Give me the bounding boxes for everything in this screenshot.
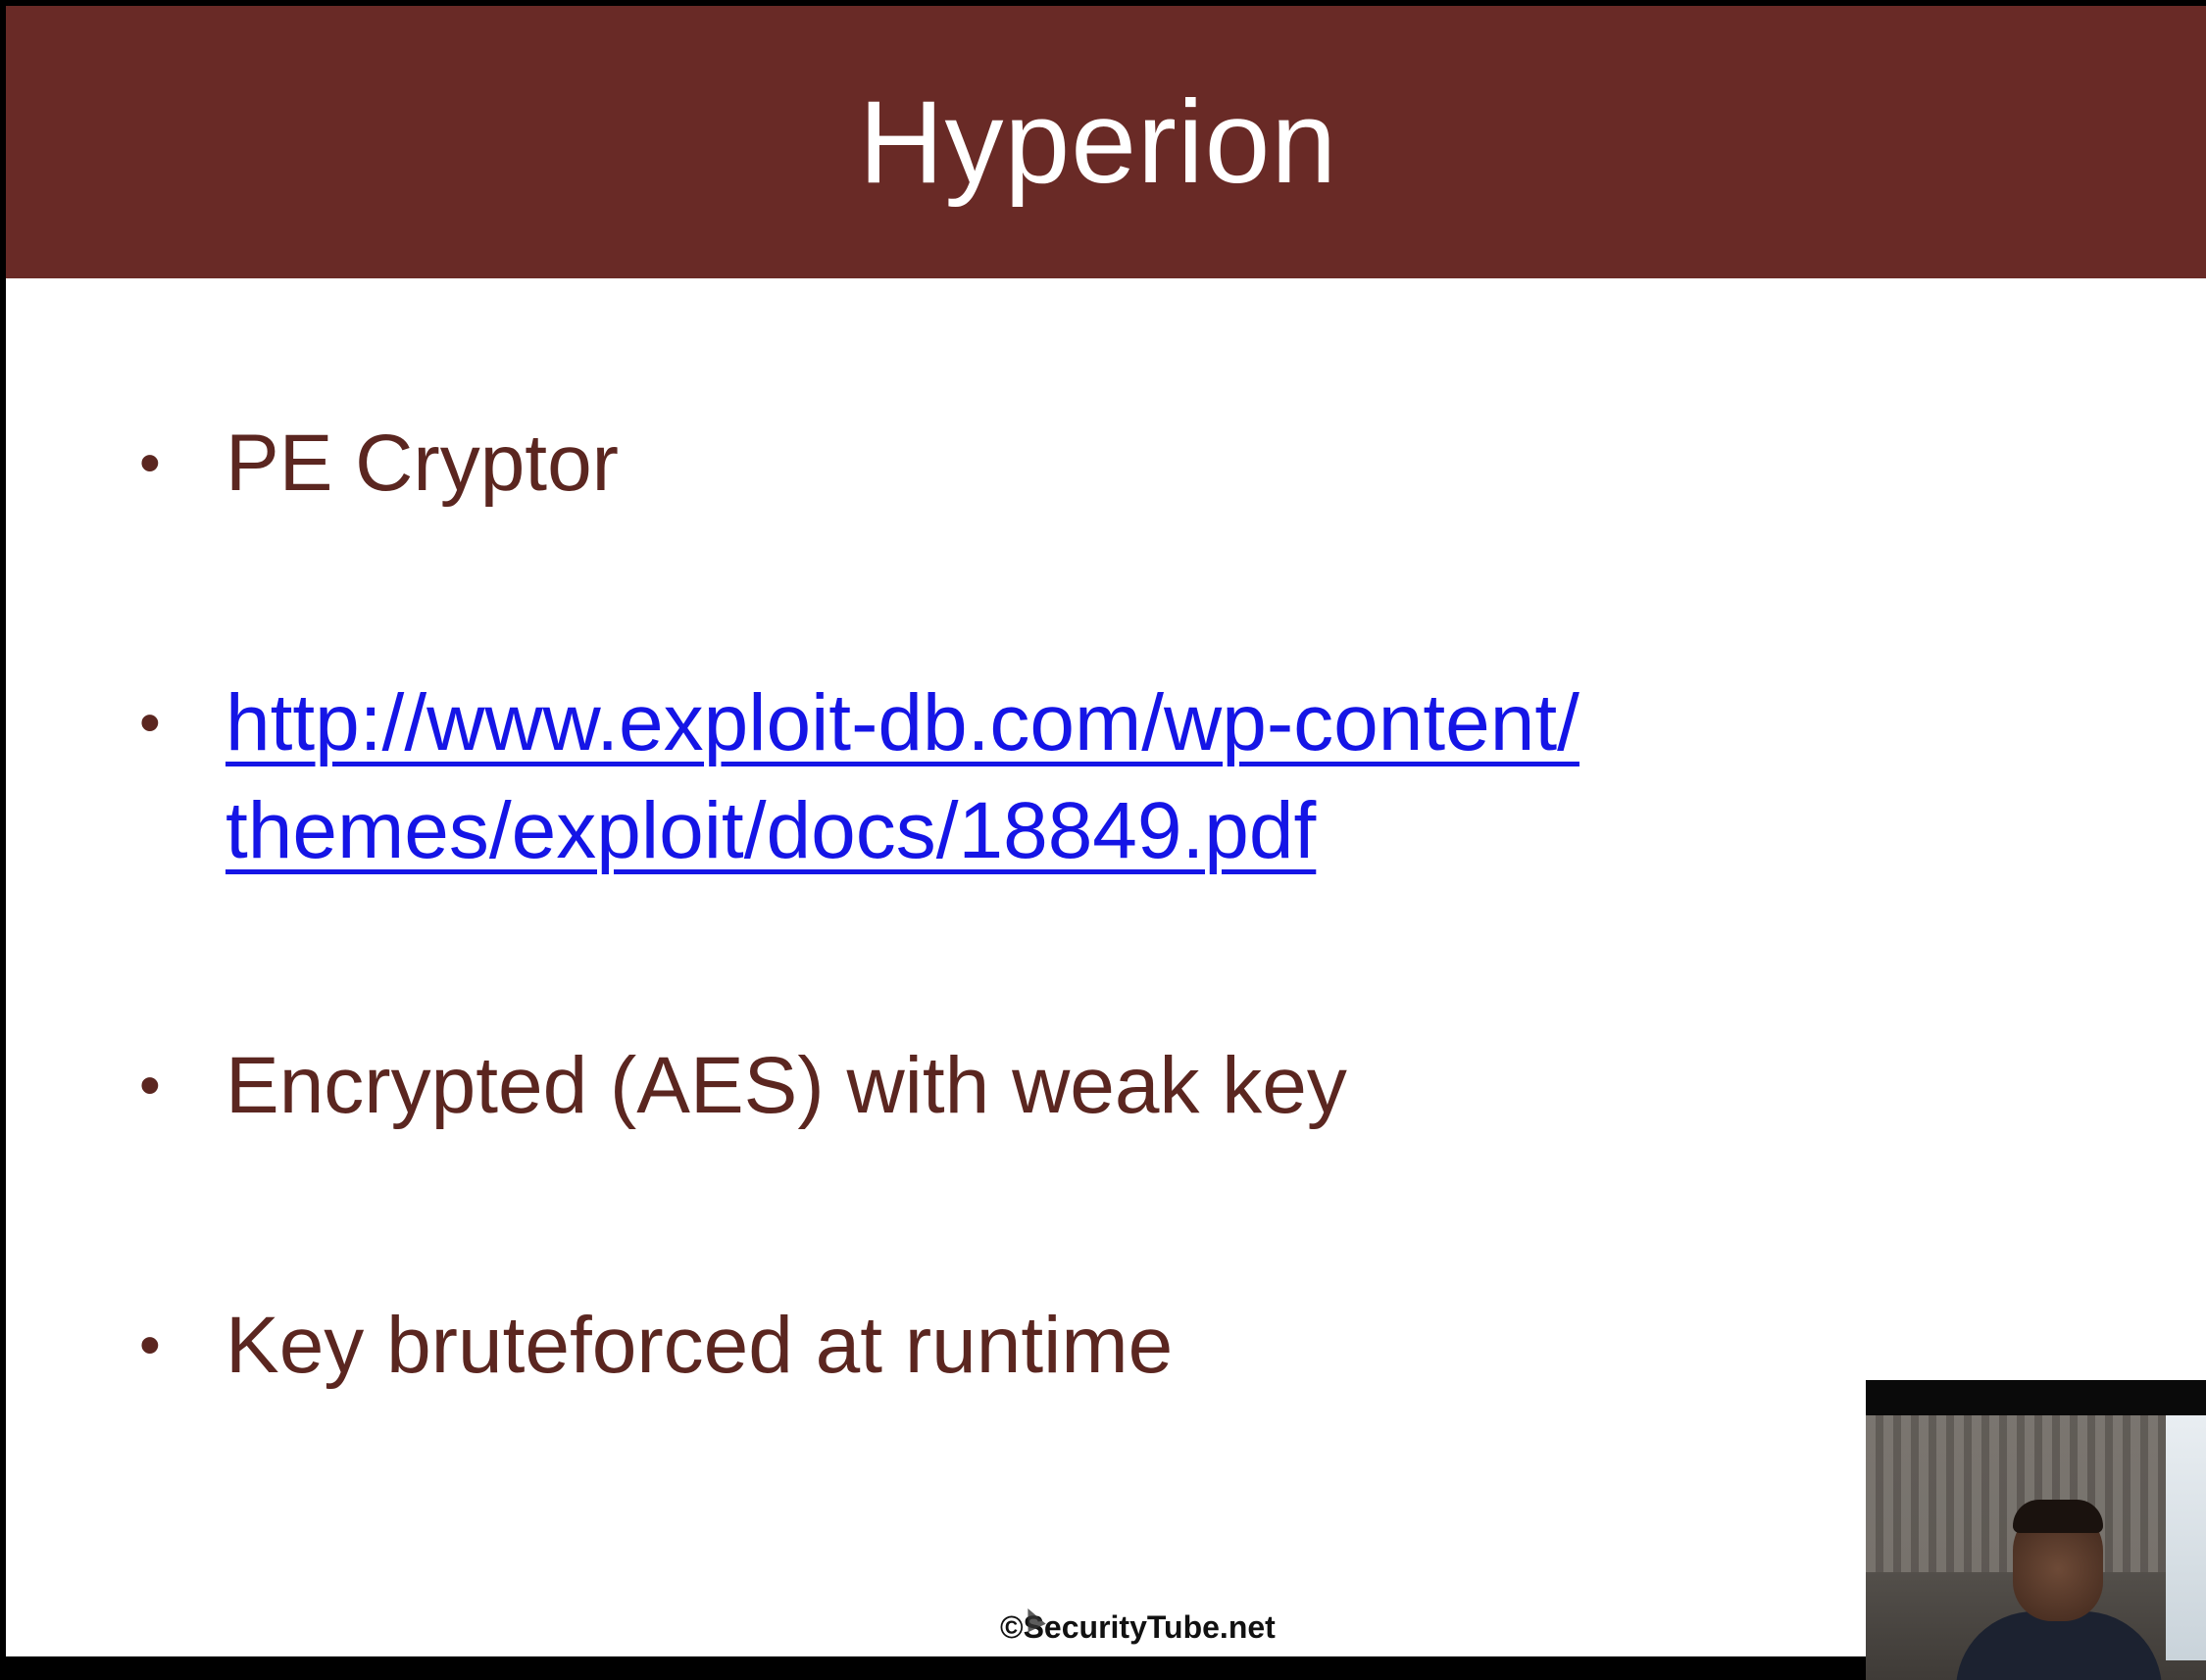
link-line-2[interactable]: themes/exploit/docs/18849.pdf bbox=[226, 777, 1579, 885]
webcam-overlay bbox=[1866, 1380, 2206, 1680]
bullet-item-pe-cryptor: • PE Cryptor bbox=[139, 410, 619, 518]
exploit-db-link[interactable]: http://www.exploit-db.com/wp-content/ th… bbox=[226, 669, 1579, 885]
slide-title: Hyperion bbox=[858, 76, 1338, 208]
bullet-item-bruteforce: • Key bruteforced at runtime bbox=[139, 1292, 1173, 1400]
video-frame: Hyperion • PE Cryptor • http://www.explo… bbox=[0, 0, 2206, 1680]
bullet-dot: • bbox=[139, 1052, 161, 1119]
bullet-text: Encrypted (AES) with weak key bbox=[226, 1041, 1347, 1130]
presenter-hair bbox=[2013, 1500, 2103, 1533]
bullet-dot: • bbox=[139, 429, 161, 497]
link-line-1[interactable]: http://www.exploit-db.com/wp-content/ bbox=[226, 669, 1579, 777]
bullet-dot: • bbox=[139, 1311, 161, 1379]
title-bar: Hyperion bbox=[6, 6, 2206, 278]
bullet-dot: • bbox=[139, 689, 161, 757]
bullet-text: PE Cryptor bbox=[226, 419, 619, 508]
bullet-item-encrypted: • Encrypted (AES) with weak key bbox=[139, 1032, 1347, 1140]
window-light bbox=[2166, 1415, 2206, 1660]
bullet-text: Key bruteforced at runtime bbox=[226, 1301, 1174, 1390]
bullet-item-link: • http://www.exploit-db.com/wp-content/ … bbox=[139, 669, 1579, 885]
